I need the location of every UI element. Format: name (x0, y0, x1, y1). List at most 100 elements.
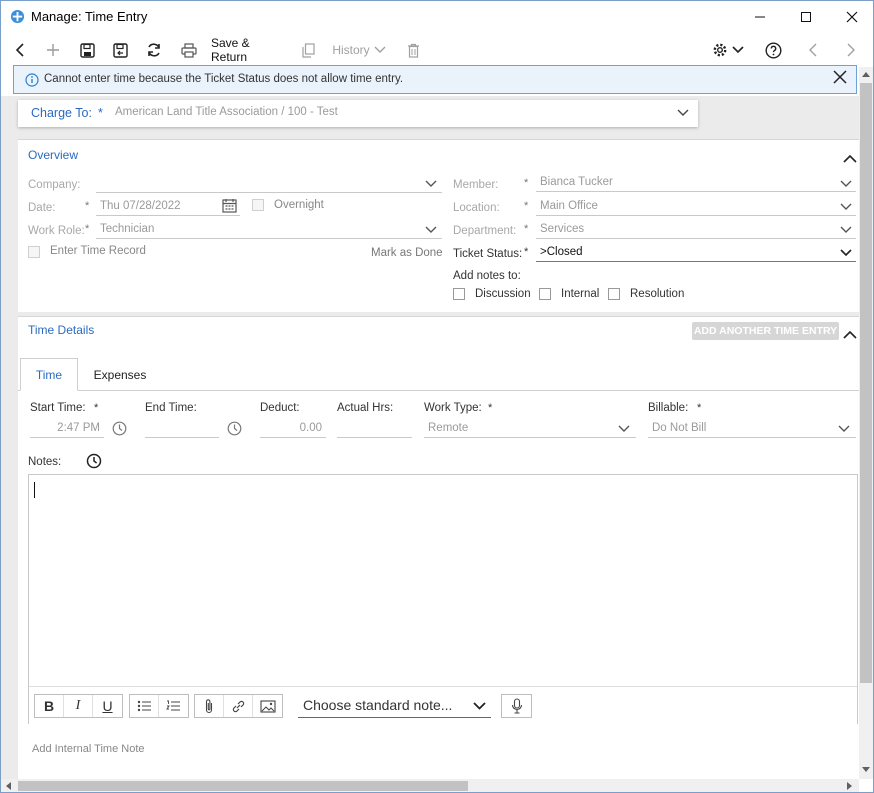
overnight-checkbox[interactable] (252, 199, 264, 211)
vertical-scroll-thumb[interactable] (860, 83, 872, 683)
bullet-list-icon (137, 700, 151, 712)
date-label: Date: (28, 202, 56, 214)
microphone-icon (511, 698, 522, 714)
chevron-down-icon (840, 180, 852, 187)
clock-icon[interactable] (86, 453, 102, 469)
date-field[interactable]: Thu 07/28/2022 (96, 198, 240, 216)
location-field[interactable]: Main Office (536, 198, 856, 216)
discussion-checkbox[interactable] (453, 288, 465, 300)
tab-expenses[interactable]: Expenses (86, 358, 154, 391)
resolution-checkbox[interactable] (608, 288, 620, 300)
tab-time[interactable]: Time (20, 358, 78, 391)
actual-hrs-field[interactable] (337, 420, 412, 438)
time-details-title: Time Details (28, 323, 95, 337)
attach-button[interactable] (195, 695, 224, 717)
dismiss-banner-button[interactable] (833, 70, 849, 86)
collapse-overview-button[interactable] (843, 152, 857, 163)
save-and-close-button[interactable] (110, 39, 130, 61)
ticket-status-select[interactable]: >Closed (536, 244, 856, 262)
print-button[interactable] (179, 39, 199, 61)
standard-note-placeholder: Choose standard note... (303, 697, 453, 713)
chevron-up-icon (843, 154, 857, 163)
back-button[interactable] (10, 39, 30, 61)
standard-note-select[interactable]: Choose standard note... (298, 694, 491, 718)
vertical-scrollbar[interactable] (859, 67, 873, 779)
enter-time-record-checkbox[interactable] (28, 246, 40, 258)
scroll-down-arrow-icon[interactable] (862, 767, 870, 773)
gear-icon (713, 43, 727, 57)
notes-editor[interactable]: B I U Choose standard note... (28, 474, 858, 724)
mark-as-done-label[interactable]: Mark as Done (371, 247, 443, 259)
department-field[interactable]: Services (536, 221, 856, 239)
end-time-field[interactable] (145, 420, 219, 438)
refresh-button[interactable] (144, 39, 164, 61)
chevron-down-icon (838, 425, 850, 432)
required-mark: * (524, 177, 529, 189)
clock-icon[interactable] (227, 421, 242, 436)
required-mark: * (98, 106, 103, 120)
overnight-label: Overnight (274, 199, 324, 211)
chevron-right-icon (847, 43, 855, 57)
minimize-button[interactable] (737, 1, 783, 33)
add-another-time-entry-button[interactable]: ADD ANOTHER TIME ENTRY (692, 322, 839, 340)
billable-select[interactable]: Do Not Bill (648, 420, 856, 438)
history-dropdown[interactable]: History (330, 39, 388, 61)
printer-icon (181, 42, 197, 58)
underline-button[interactable]: U (93, 695, 122, 717)
italic-button[interactable]: I (64, 695, 93, 717)
scroll-right-arrow-icon[interactable] (847, 782, 853, 790)
link-button[interactable] (224, 695, 253, 717)
maximize-button[interactable] (783, 1, 829, 33)
chevron-down-icon (840, 203, 852, 210)
save-and-return-button[interactable]: Save & Return (211, 36, 286, 64)
history-label: History (332, 43, 370, 57)
company-field[interactable] (96, 175, 442, 193)
list-group (129, 694, 189, 718)
numbered-list-button[interactable] (159, 695, 188, 717)
start-time-label: Start Time: (30, 402, 86, 414)
underline-icon: U (102, 698, 113, 714)
add-internal-time-note-link[interactable]: Add Internal Time Note (32, 743, 145, 755)
clock-icon[interactable] (112, 421, 127, 436)
company-label: Company: (28, 179, 81, 191)
plus-icon (47, 44, 59, 56)
maximize-icon (801, 12, 811, 22)
banner-message: Cannot enter time because the Ticket Sta… (44, 73, 404, 85)
start-time-field[interactable]: 2:47 PM (30, 420, 104, 438)
scroll-left-arrow-icon[interactable] (5, 782, 11, 790)
required-mark: * (94, 402, 99, 414)
bulleted-list-button[interactable] (130, 695, 159, 717)
new-button[interactable] (43, 39, 63, 61)
delete-button[interactable] (403, 39, 423, 61)
calendar-icon[interactable] (222, 198, 237, 213)
charge-to-field[interactable]: Charge To: * American Land Title Associa… (18, 100, 698, 127)
notes-label: Notes: (28, 456, 62, 468)
internal-label: Internal (561, 288, 600, 300)
help-button[interactable] (763, 39, 783, 61)
refresh-icon (148, 43, 160, 57)
microphone-button[interactable] (502, 695, 531, 717)
work-role-field[interactable]: Technician (96, 221, 442, 239)
chevron-down-icon (840, 226, 852, 233)
copy-button[interactable] (298, 39, 318, 61)
horizontal-scrollbar[interactable] (1, 779, 859, 792)
trash-icon (407, 43, 419, 58)
work-type-select[interactable]: Remote (424, 420, 636, 438)
save-button[interactable] (77, 39, 97, 61)
save-icon (79, 42, 95, 58)
bold-button[interactable]: B (35, 695, 64, 717)
horizontal-scroll-thumb[interactable] (18, 781, 468, 791)
close-window-button[interactable] (829, 1, 873, 33)
save-close-icon (112, 42, 128, 58)
internal-checkbox[interactable] (539, 288, 551, 300)
scroll-up-arrow-icon[interactable] (862, 71, 870, 77)
member-field[interactable]: Bianca Tucker (536, 174, 856, 192)
location-label: Location: (453, 202, 500, 214)
previous-record-button[interactable] (803, 39, 823, 61)
deduct-field[interactable]: 0.00 (260, 420, 326, 438)
collapse-time-details-button[interactable] (843, 328, 857, 339)
image-button[interactable] (253, 695, 282, 717)
editor-toolbar: B I U Choose standard note... (29, 686, 857, 724)
settings-dropdown[interactable] (709, 39, 747, 61)
next-record-button[interactable] (841, 39, 861, 61)
